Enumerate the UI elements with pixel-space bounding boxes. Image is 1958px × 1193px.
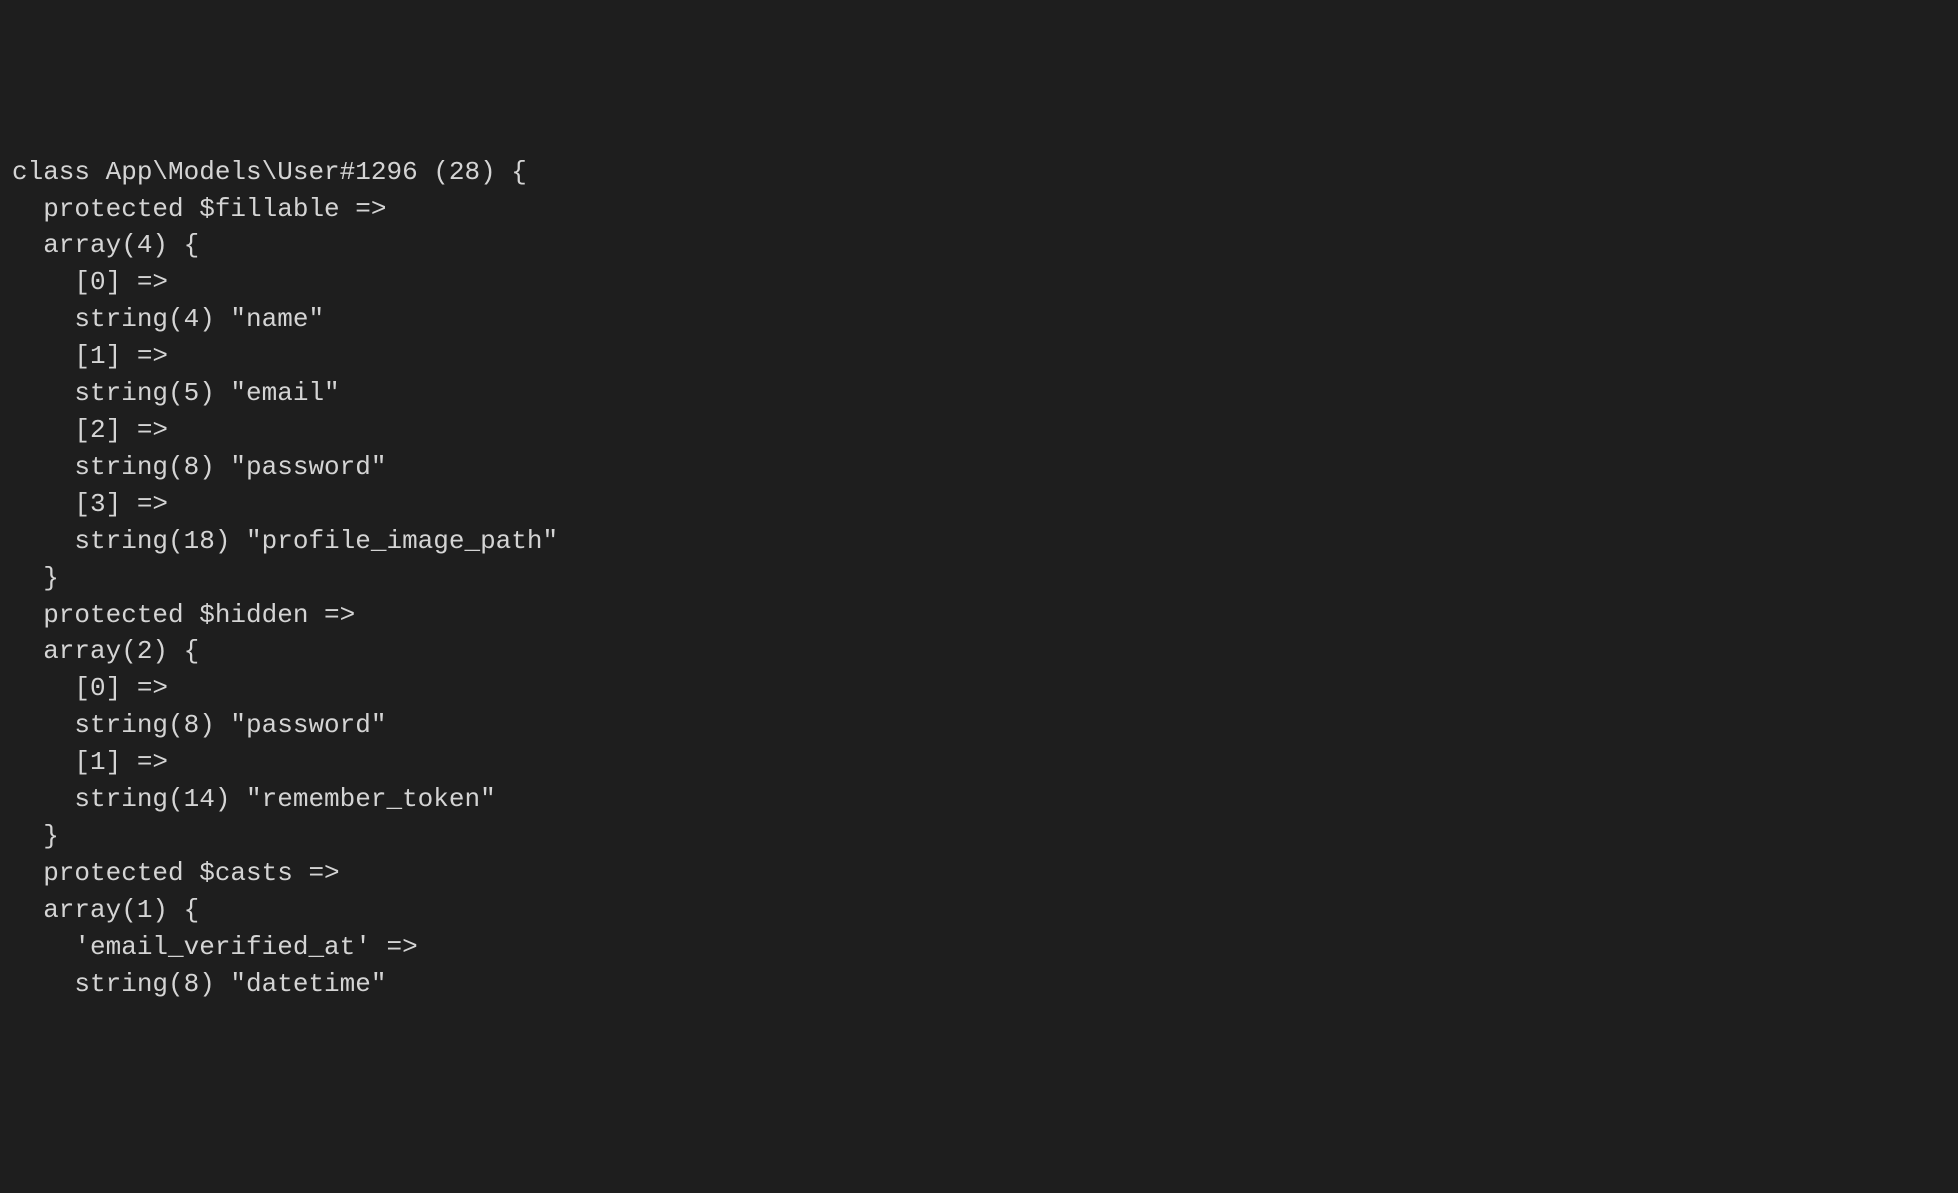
code-line: }	[12, 818, 1946, 855]
code-line: array(4) {	[12, 227, 1946, 264]
code-line: class App\Models\User#1296 (28) {	[12, 154, 1946, 191]
code-line: [0] =>	[12, 670, 1946, 707]
code-line: protected $casts =>	[12, 855, 1946, 892]
code-line: }	[12, 560, 1946, 597]
code-line: array(2) {	[12, 633, 1946, 670]
code-line: [3] =>	[12, 486, 1946, 523]
code-line: string(18) "profile_image_path"	[12, 523, 1946, 560]
code-output: class App\Models\User#1296 (28) { protec…	[12, 154, 1946, 1003]
code-line: 'email_verified_at' =>	[12, 929, 1946, 966]
code-line: [1] =>	[12, 338, 1946, 375]
code-line: array(1) {	[12, 892, 1946, 929]
code-line: string(4) "name"	[12, 301, 1946, 338]
code-line: [0] =>	[12, 264, 1946, 301]
code-line: [2] =>	[12, 412, 1946, 449]
code-line: string(8) "password"	[12, 449, 1946, 486]
code-line: [1] =>	[12, 744, 1946, 781]
code-line: protected $hidden =>	[12, 597, 1946, 634]
code-line: string(8) "datetime"	[12, 966, 1946, 1003]
code-line: string(8) "password"	[12, 707, 1946, 744]
code-line: string(5) "email"	[12, 375, 1946, 412]
code-line: protected $fillable =>	[12, 191, 1946, 228]
code-line: string(14) "remember_token"	[12, 781, 1946, 818]
